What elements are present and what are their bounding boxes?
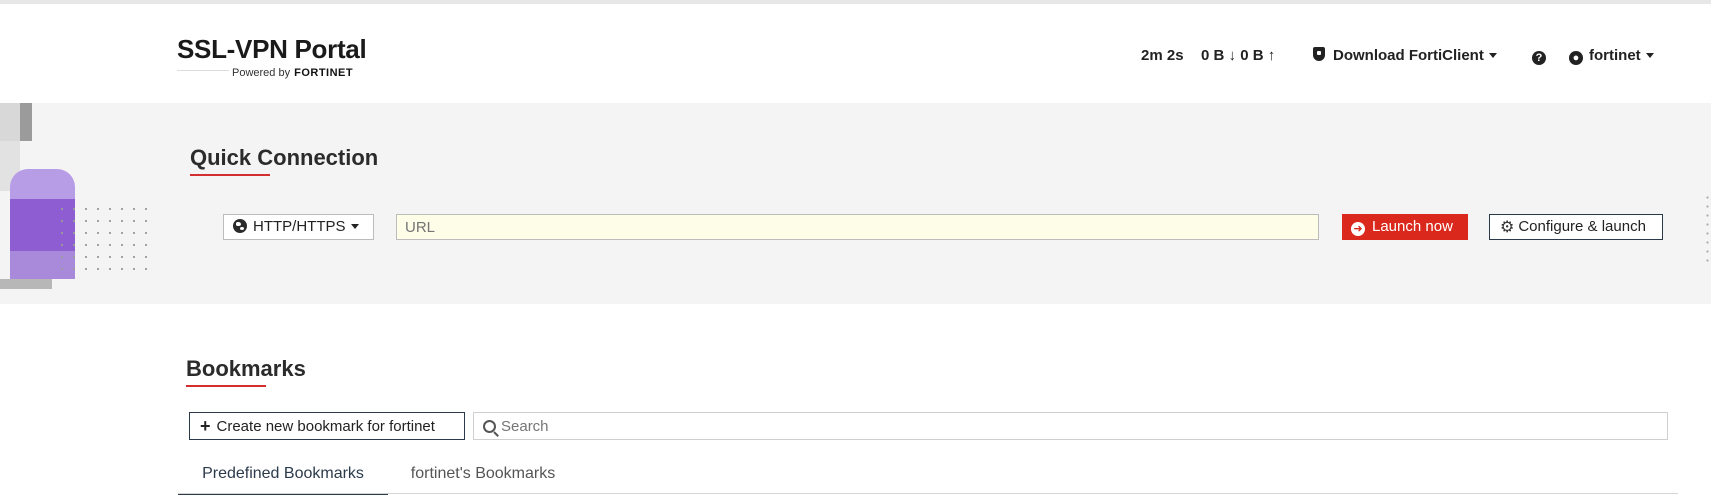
help-button[interactable]: ?	[1532, 46, 1552, 66]
launch-label: Launch now	[1372, 218, 1453, 235]
arrow-up-icon: ↑	[1267, 47, 1276, 64]
user-menu-button[interactable]: ● fortinet	[1569, 46, 1654, 66]
user-circle-icon: ●	[1569, 51, 1583, 65]
download-label: Download FortiClient	[1333, 47, 1484, 64]
question-circle-icon: ?	[1532, 51, 1546, 65]
url-input[interactable]	[396, 214, 1319, 240]
brand-divider	[177, 70, 229, 71]
bytes-down: 0 B	[1201, 47, 1225, 64]
search-input[interactable]	[501, 413, 1661, 439]
title-underline	[190, 174, 270, 176]
download-forticlient-button[interactable]: Download FortiClient	[1313, 46, 1497, 66]
protocol-dropdown[interactable]: HTTP/HTTPS	[223, 214, 374, 240]
shield-icon	[1313, 47, 1325, 61]
arrow-down-icon: ↓	[1228, 47, 1237, 64]
globe-icon	[233, 219, 247, 233]
session-timer: 2m 2s	[1141, 47, 1184, 64]
decorative-graphic	[0, 103, 160, 304]
search-icon	[483, 420, 496, 433]
plus-icon: +	[200, 416, 211, 436]
protocol-label: HTTP/HTTPS	[253, 218, 346, 235]
tabs-divider	[178, 493, 1678, 494]
configure-label: Configure & launch	[1518, 218, 1646, 235]
user-label: fortinet	[1589, 47, 1641, 64]
create-bookmark-label: Create new bookmark for fortinet	[216, 418, 435, 435]
chevron-down-icon	[1645, 52, 1654, 58]
bookmark-tabs: Predefined Bookmarks fortinet's Bookmark…	[178, 460, 1678, 495]
create-bookmark-button[interactable]: + Create new bookmark for fortinet	[189, 412, 465, 440]
brand: SSL-VPN Portal Powered by FORTINET	[177, 34, 367, 79]
search-field[interactable]	[473, 412, 1668, 440]
powered-by: Powered by FORTINET	[232, 67, 353, 79]
tab-user-bookmarks[interactable]: fortinet's Bookmarks	[388, 460, 578, 493]
configure-launch-button[interactable]: ⚙ Configure & launch	[1489, 214, 1663, 240]
quick-connection-section: Quick Connection HTTP/HTTPS ➜Launch now …	[0, 103, 1711, 304]
fortinet-logo: FORTINET	[294, 67, 354, 79]
launch-now-button[interactable]: ➜ Launch now	[1342, 214, 1468, 240]
tab-predefined-bookmarks[interactable]: Predefined Bookmarks	[178, 460, 388, 495]
gear-icon: ⚙	[1500, 219, 1515, 236]
decorative-dots	[1704, 193, 1711, 263]
chevron-down-icon	[350, 223, 359, 229]
portal-header: SSL-VPN Portal Powered by FORTINET 2m 2s …	[0, 4, 1711, 103]
quick-connection-title: Quick Connection	[190, 145, 379, 170]
title-underline	[186, 385, 266, 387]
arrow-circle-right-icon: ➜	[1351, 222, 1365, 236]
chevron-down-icon	[1488, 52, 1497, 58]
traffic-stats: 0 B ↓ 0 B ↑	[1201, 46, 1275, 66]
powered-by-text: Powered by	[232, 67, 291, 79]
portal-title: SSL-VPN Portal	[177, 34, 367, 64]
bytes-up: 0 B	[1240, 47, 1264, 64]
bookmarks-title: Bookmarks	[186, 356, 306, 381]
